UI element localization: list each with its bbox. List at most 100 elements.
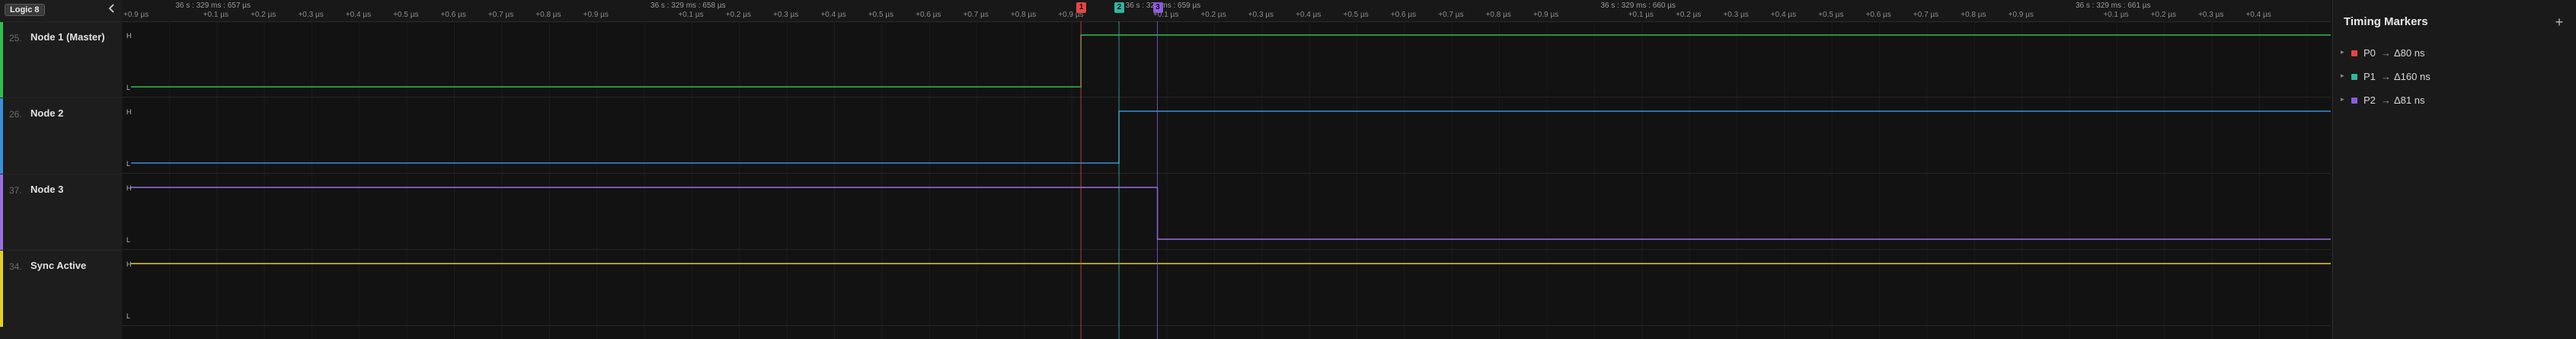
level-high-label: H: [126, 108, 132, 116]
marker-item[interactable]: ▸ P2 → Δ81 ns: [2341, 93, 2562, 108]
marker-delta: Δ80 ns: [2394, 47, 2425, 59]
level-low-label: L: [126, 84, 130, 91]
ruler-timestamp: 36 s : 329 ms : 659 µs: [1125, 2, 1201, 10]
ruler-tick-label: +0.9 µs: [2008, 11, 2034, 19]
ruler-tick-label: +0.8 µs: [1961, 11, 1986, 19]
ruler-tick-label: +0.2 µs: [2150, 11, 2176, 19]
marker-name: P1: [2363, 71, 2376, 82]
ruler-timestamp: 36 s : 329 ms : 658 µs: [650, 2, 726, 10]
waveform-canvas[interactable]: H L H L H L H L: [122, 21, 2331, 339]
marker-flag[interactable]: 2: [1114, 2, 1125, 13]
channel-color-strip: [0, 251, 3, 327]
device-header: Logic 8: [0, 0, 122, 20]
marker-flag[interactable]: 1: [1076, 2, 1087, 13]
arrow-right-icon: →: [2381, 71, 2391, 82]
ruler-timestamp: 36 s : 329 ms : 661 µs: [2075, 2, 2151, 10]
channel-row[interactable]: 26. Node 2: [0, 98, 122, 174]
ruler-tick-label: +0.2 µs: [725, 11, 752, 19]
ruler-timestamp: 36 s : 329 ms : 657 µs: [175, 2, 251, 10]
channel-color-strip: [0, 22, 3, 98]
ruler-tick-label: +0.4 µs: [2245, 11, 2271, 19]
level-low-label: L: [126, 312, 130, 320]
ruler-tick-label: +0.7 µs: [1438, 11, 1464, 19]
channel-name: Node 2: [30, 107, 64, 119]
ruler-tick-label: +0.4 µs: [1770, 11, 1797, 19]
ruler-tick-label: +0.8 µs: [1010, 11, 1037, 19]
ruler-tick-label: +0.4 µs: [345, 11, 372, 19]
marker-color-swatch: [2351, 50, 2357, 56]
ruler-tick-label: +0.3 µs: [1248, 11, 1274, 19]
level-high-label: H: [126, 184, 132, 192]
arrow-right-icon: →: [2381, 94, 2391, 106]
channel-name: Node 3: [30, 184, 64, 195]
channel-row[interactable]: 34. Sync Active: [0, 250, 122, 327]
timing-markers-panel: Timing Markers + ▸ P0 → Δ80 ns ▸ P1 → Δ160 ns ▸ P…: [2332, 0, 2576, 339]
ruler-tick-label: +0.3 µs: [298, 11, 324, 19]
marker-delta: Δ81 ns: [2394, 94, 2425, 106]
chevron-right-icon[interactable]: ▸: [2341, 95, 2344, 104]
channel-number: 37.: [9, 185, 22, 196]
ruler-tick-label: +0.5 µs: [1818, 11, 1844, 19]
channel-number: 25.: [9, 33, 22, 43]
marker-color-swatch: [2351, 74, 2357, 80]
marker-item[interactable]: ▸ P0 → Δ80 ns: [2341, 46, 2562, 61]
waveform-trace: [131, 187, 2331, 240]
marker-flag[interactable]: 3: [1152, 2, 1163, 13]
ruler-tick-label: +0.3 µs: [1723, 11, 1749, 19]
ruler-tick-label: +0.6 µs: [1390, 11, 1417, 19]
marker-color-swatch: [2351, 98, 2357, 104]
ruler-tick-label: +0.4 µs: [1296, 11, 1322, 19]
ruler-tick-label: +0.3 µs: [2198, 11, 2224, 19]
ruler-tick-label: +0.5 µs: [393, 11, 419, 19]
ruler-timestamp: 36 s : 329 ms : 660 µs: [1600, 2, 1676, 10]
ruler-tick-label: +0.2 µs: [251, 11, 276, 19]
marker-name: P2: [2363, 94, 2376, 106]
plus-icon[interactable]: +: [2552, 15, 2566, 29]
channel-row[interactable]: 25. Node 1 (Master): [0, 21, 122, 98]
time-ruler[interactable]: 36 s : 329 ms : 657 µs +0.1 µs +0.2 µs +0.3…: [122, 0, 2331, 22]
ruler-tick-label: +0.6 µs: [440, 11, 466, 19]
channel-color-strip: [0, 98, 3, 174]
ruler-tick-label: +0.4 µs: [820, 11, 846, 19]
channel-name: Sync Active: [30, 260, 87, 271]
ruler-tick-label: +0.7 µs: [1913, 11, 1939, 19]
channel-row[interactable]: 37. Node 3: [0, 174, 122, 251]
ruler-tick-label: +0.1 µs: [2103, 11, 2129, 19]
waveform-trace: [131, 110, 2331, 164]
marker-name: P0: [2363, 47, 2376, 59]
ruler-tick-label: +0.9 µs: [1532, 11, 1559, 19]
panel-title: Timing Markers: [2344, 15, 2428, 28]
channel-number: 26.: [9, 109, 22, 120]
waveform-trace: [131, 34, 2331, 88]
ruler-tick-label: +0.9 µs: [583, 11, 609, 19]
ruler-tick-label: +0.2 µs: [1676, 11, 1702, 19]
ruler-tick-label: +0.5 µs: [868, 11, 894, 19]
ruler-tick-label: +0.8 µs: [1485, 11, 1511, 19]
arrow-right-icon: →: [2381, 47, 2391, 59]
level-low-label: L: [126, 160, 130, 168]
chevron-right-icon[interactable]: ▸: [2341, 48, 2344, 56]
ruler-tick-label: +0.1 µs: [203, 11, 229, 19]
ruler-tick-label: +0.1 µs: [678, 11, 704, 19]
level-high-label: H: [126, 261, 132, 268]
chevron-right-icon[interactable]: ▸: [2341, 72, 2344, 80]
chevron-left-icon[interactable]: [107, 3, 117, 14]
device-badge[interactable]: Logic 8: [5, 4, 45, 16]
ruler-tick-label: +0.6 µs: [916, 11, 941, 19]
ruler-tick-label: +0.2 µs: [1200, 11, 1226, 19]
ruler-tick-label: +0.7 µs: [487, 11, 514, 19]
marker-item[interactable]: ▸ P1 → Δ160 ns: [2341, 69, 2562, 85]
channel-name: Node 1 (Master): [30, 31, 105, 43]
level-high-label: H: [126, 32, 132, 40]
marker-delta: Δ160 ns: [2394, 71, 2431, 82]
ruler-tick-label: +0.1 µs: [1628, 11, 1654, 19]
waveform-area[interactable]: 36 s : 329 ms : 657 µs +0.1 µs +0.2 µs +0.3…: [122, 0, 2331, 339]
channel-panel: Logic 8 25. Node 1 (Master) 26. Node 2 37. No…: [0, 0, 123, 339]
ruler-tick-label: +0.7 µs: [963, 11, 989, 19]
ruler-tick-label: +0.9 µs: [123, 11, 149, 19]
ruler-tick-label: +0.5 µs: [1343, 11, 1369, 19]
channel-color-strip: [0, 174, 3, 251]
ruler-tick-label: +0.8 µs: [535, 11, 561, 19]
ruler-tick-label: +0.3 µs: [773, 11, 799, 19]
ruler-tick-label: +0.6 µs: [1865, 11, 1891, 19]
